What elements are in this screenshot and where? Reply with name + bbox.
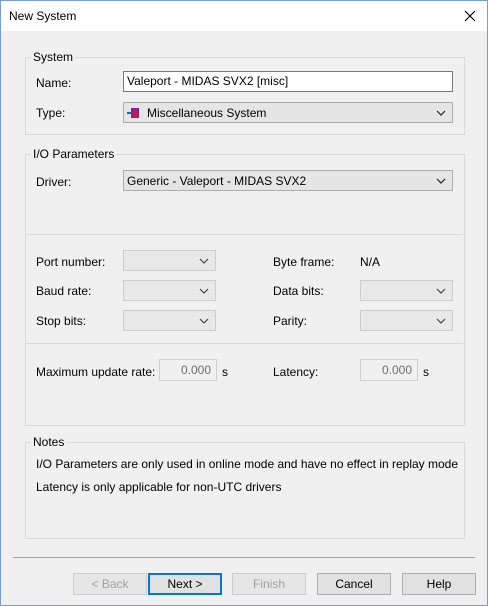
- baud-rate-label: Baud rate:: [36, 284, 92, 298]
- latency-label: Latency:: [273, 365, 319, 379]
- system-group-label: System: [31, 50, 76, 64]
- system-group: [25, 57, 465, 135]
- help-button[interactable]: Help: [402, 573, 476, 595]
- port-number-select[interactable]: [123, 250, 216, 271]
- driver-label: Driver:: [36, 175, 72, 189]
- name-label: Name:: [36, 76, 72, 90]
- baud-rate-select[interactable]: [123, 280, 216, 301]
- window-title: New System: [9, 9, 77, 23]
- type-label: Type:: [36, 106, 66, 120]
- type-select-value: Miscellaneous System: [147, 106, 267, 120]
- latency-field[interactable]: 0.000: [360, 359, 418, 381]
- chevron-down-icon: [199, 285, 209, 295]
- io-parameters-group-label: I/O Parameters: [31, 147, 117, 161]
- name-field-value: Valeport - MIDAS SVX2 [misc]: [127, 74, 289, 88]
- max-update-rate-field[interactable]: 0.000: [159, 359, 217, 381]
- new-system-dialog: New System System Name: Valeport - MIDAS…: [0, 0, 488, 606]
- parity-label: Parity:: [273, 314, 308, 328]
- port-number-label: Port number:: [36, 255, 106, 269]
- notes-line-2: Latency is only applicable for non-UTC d…: [36, 480, 282, 494]
- chevron-down-icon: [436, 285, 446, 295]
- chevron-down-icon: [199, 315, 209, 325]
- stop-bits-select[interactable]: [123, 310, 216, 331]
- data-bits-select[interactable]: [360, 280, 453, 301]
- parity-select[interactable]: [360, 310, 453, 331]
- button-separator: [13, 557, 475, 558]
- io-divider-top: [26, 234, 463, 235]
- driver-select[interactable]: Generic - Valeport - MIDAS SVX2: [123, 170, 453, 191]
- cancel-button[interactable]: Cancel: [317, 573, 391, 595]
- next-button[interactable]: Next >: [148, 573, 222, 595]
- type-select[interactable]: Miscellaneous System: [123, 102, 453, 123]
- io-divider-bottom: [26, 343, 463, 344]
- notes-line-1: I/O Parameters are only used in online m…: [36, 457, 459, 471]
- driver-select-value: Generic - Valeport - MIDAS SVX2: [127, 174, 307, 188]
- chevron-down-icon: [436, 107, 446, 117]
- stop-bits-label: Stop bits:: [36, 314, 87, 328]
- close-icon[interactable]: [459, 5, 481, 27]
- notes-group-label: Notes: [31, 435, 67, 449]
- finish-button[interactable]: Finish: [232, 573, 306, 595]
- max-update-rate-label: Maximum update rate:: [36, 365, 156, 379]
- chevron-down-icon: [199, 255, 209, 265]
- back-button[interactable]: < Back: [73, 573, 147, 595]
- name-field[interactable]: Valeport - MIDAS SVX2 [misc]: [123, 71, 453, 92]
- byte-frame-value: N/A: [360, 255, 381, 269]
- misc-system-icon: [127, 107, 141, 119]
- chevron-down-icon: [436, 315, 446, 325]
- byte-frame-label: Byte frame:: [273, 255, 335, 269]
- data-bits-label: Data bits:: [273, 284, 324, 298]
- title-bar: New System: [1, 1, 487, 31]
- max-update-rate-unit: s: [222, 365, 228, 379]
- latency-unit: s: [423, 365, 429, 379]
- chevron-down-icon: [436, 175, 446, 185]
